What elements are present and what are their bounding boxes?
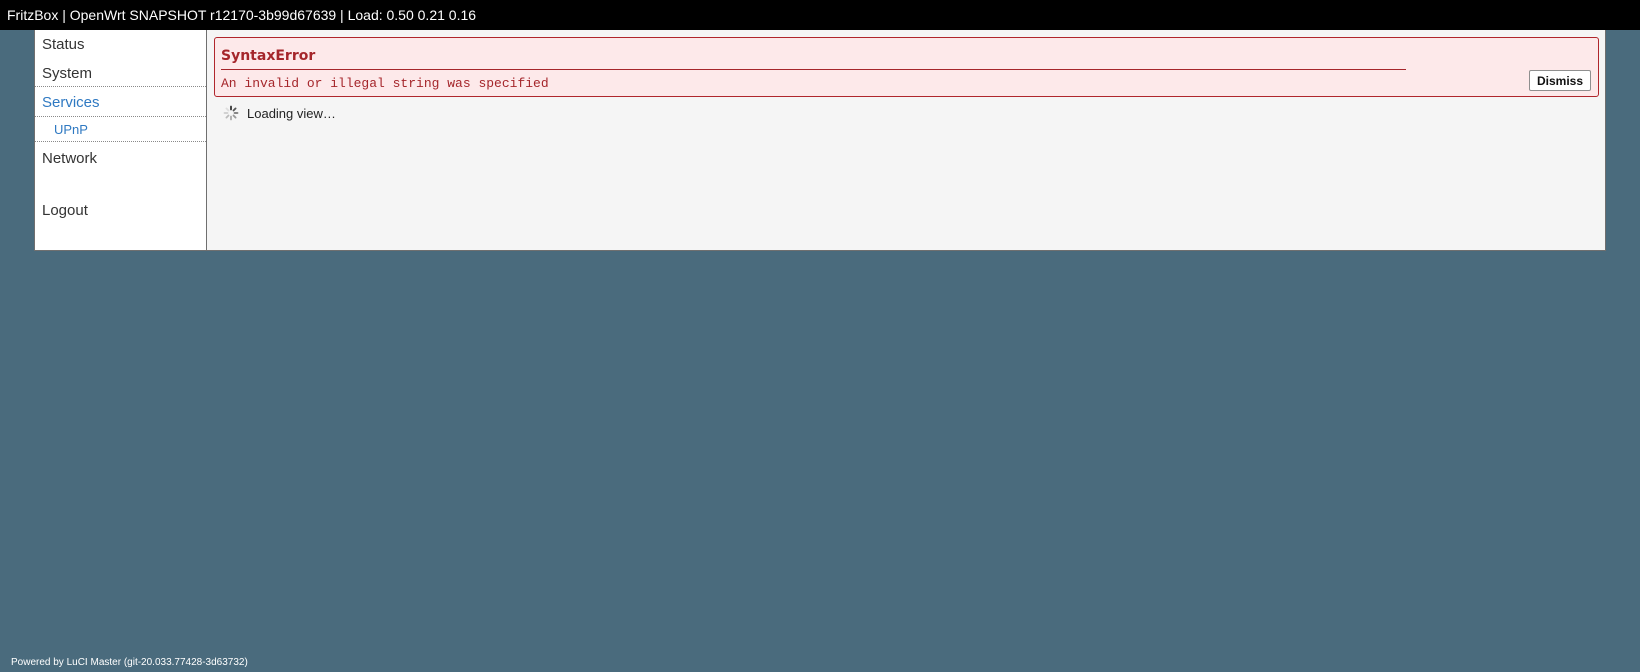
- alert-title: SyntaxError: [221, 48, 316, 64]
- divider: [35, 116, 206, 117]
- divider: [35, 141, 206, 142]
- sidebar-item-status[interactable]: Status: [42, 36, 85, 53]
- alert-message: An invalid or illegal string was specifi…: [221, 76, 549, 91]
- sidebar-item-system[interactable]: System: [42, 65, 92, 82]
- footer: Powered by LuCI Master (git-20.033.77428…: [11, 657, 248, 668]
- header-title: FritzBox | OpenWrt SNAPSHOT r12170-3b99d…: [7, 7, 477, 23]
- sidebar-item-network[interactable]: Network: [42, 150, 97, 167]
- loading-text: Loading view…: [247, 105, 336, 121]
- content-area: SyntaxError An invalid or illegal string…: [207, 30, 1605, 250]
- dismiss-button[interactable]: Dismiss: [1529, 70, 1591, 91]
- sidebar-item-logout[interactable]: Logout: [42, 202, 88, 219]
- spinner-icon: [223, 105, 239, 121]
- error-alert: SyntaxError An invalid or illegal string…: [214, 37, 1599, 97]
- alert-divider: [221, 69, 1406, 70]
- top-bar: FritzBox | OpenWrt SNAPSHOT r12170-3b99d…: [0, 0, 1640, 30]
- sidebar-item-services[interactable]: Services: [42, 94, 100, 111]
- main-frame: Status System Services UPnP Network Logo…: [34, 30, 1606, 251]
- footer-text: Powered by LuCI Master (git-20.033.77428…: [11, 657, 248, 668]
- divider: [35, 86, 206, 87]
- sidebar: Status System Services UPnP Network Logo…: [35, 30, 207, 250]
- sidebar-subitem-upnp[interactable]: UPnP: [54, 122, 88, 137]
- loading-indicator: Loading view…: [223, 104, 336, 122]
